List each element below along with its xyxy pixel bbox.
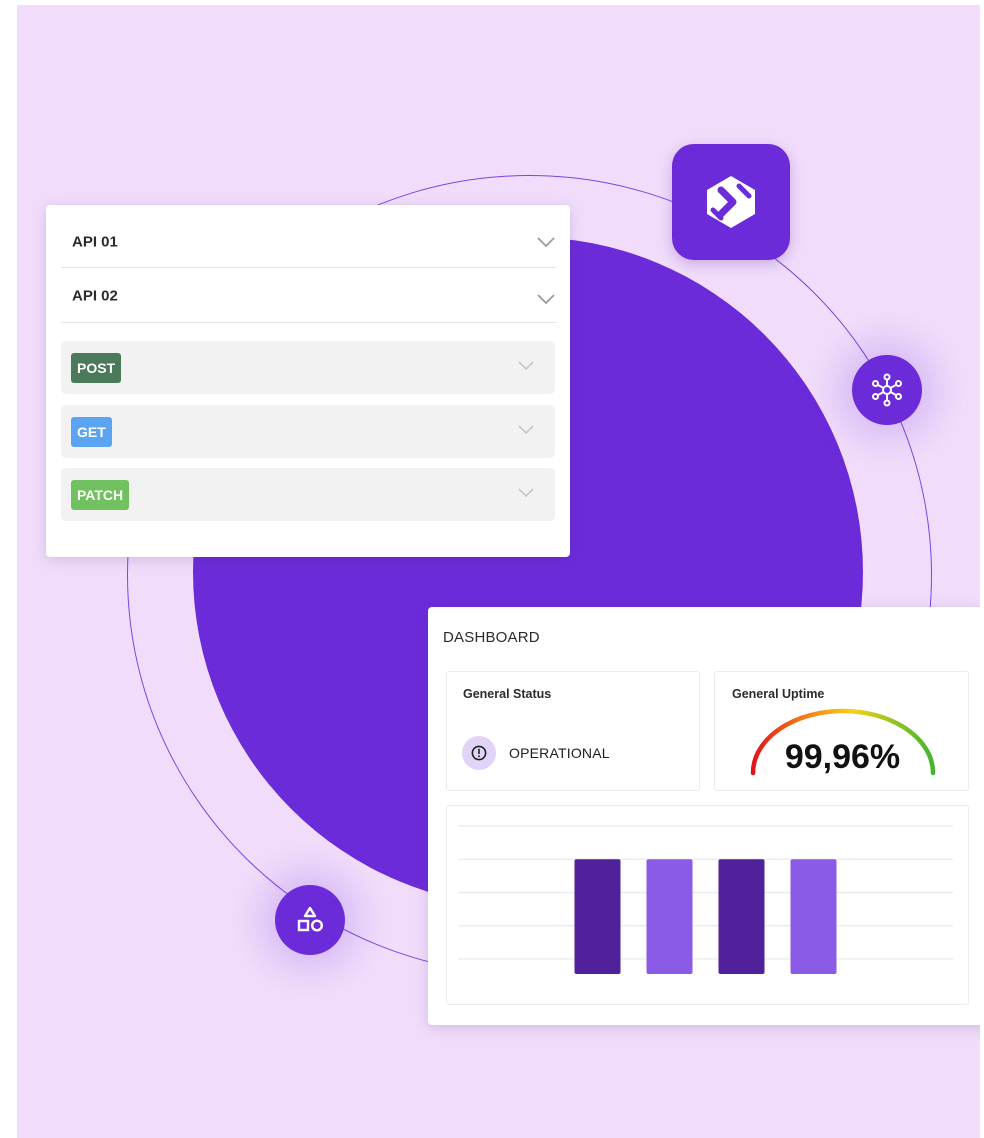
- api-section-label: API 01: [72, 233, 118, 251]
- chevron-down-icon[interactable]: [517, 487, 535, 498]
- bar-chart: [458, 825, 953, 974]
- network-hub-icon[interactable]: [852, 355, 922, 425]
- method-badge: PATCH: [71, 480, 130, 510]
- api-section-row[interactable]: API 01: [61, 214, 556, 268]
- chevron-down-icon[interactable]: [536, 293, 556, 305]
- uptime-value: 99,96%: [784, 738, 901, 776]
- chevron-down-icon[interactable]: [536, 236, 556, 248]
- shapes-icon[interactable]: [275, 885, 345, 955]
- card-title: General Status: [463, 687, 552, 701]
- method-badge: POST: [71, 353, 122, 383]
- chart-bar: [718, 859, 765, 974]
- chevron-down-icon[interactable]: [517, 424, 535, 435]
- status-value: OPERATIONAL: [509, 745, 610, 761]
- api-panel: API 01 API 02 POST GET PATCH: [46, 205, 570, 557]
- method-row-get[interactable]: GET: [61, 405, 555, 458]
- bar-chart-card: [446, 805, 969, 1005]
- api-section-label: API 02: [72, 287, 118, 305]
- chevron-down-icon[interactable]: [517, 360, 535, 371]
- chart-bar: [646, 859, 693, 974]
- method-badge: GET: [71, 417, 112, 447]
- status-row: OPERATIONAL: [462, 736, 610, 770]
- api-section-row[interactable]: API 02: [61, 269, 556, 323]
- brand-logo-icon: [672, 144, 790, 260]
- method-row-post[interactable]: POST: [61, 341, 555, 394]
- method-row-patch[interactable]: PATCH: [61, 468, 555, 521]
- dashboard-title: DASHBOARD: [443, 629, 540, 646]
- general-uptime-card: General Uptime 99,96%: [714, 671, 969, 791]
- hero-canvas: API 01 API 02 POST GET PATCH DASHBOARD G…: [17, 5, 980, 1138]
- chart-bar: [790, 859, 837, 974]
- chart-bar: [574, 859, 621, 974]
- general-status-card: General Status OPERATIONAL: [446, 671, 700, 791]
- exclamation-circle-icon: [462, 736, 496, 770]
- dashboard-panel: DASHBOARD General Status OPERATIONAL Gen…: [428, 607, 980, 1025]
